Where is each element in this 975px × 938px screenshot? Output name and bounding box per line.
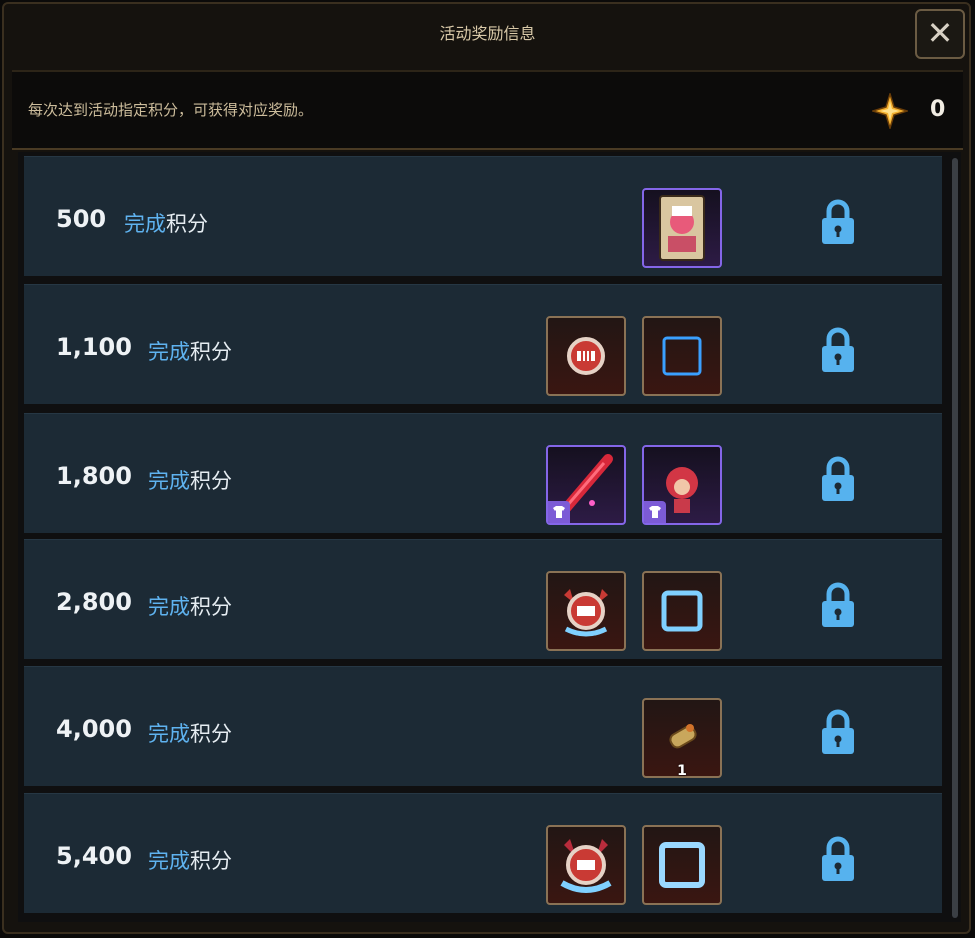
- reward-row: 4,000 完成积分 1: [24, 666, 942, 786]
- ice-frame-icon: [644, 573, 720, 653]
- status-complete-text: 完成: [148, 595, 190, 619]
- reward-row: 500 完成积分: [24, 156, 942, 276]
- lock-icon[interactable]: [820, 198, 856, 246]
- reward-quantity: 1: [677, 763, 687, 779]
- badge-iii-horned-icon: [548, 827, 624, 907]
- status-label: 完成积分: [148, 591, 232, 621]
- score-threshold: 5,400: [56, 842, 132, 870]
- lock-icon[interactable]: [820, 326, 856, 374]
- points-value: 0: [930, 97, 946, 122]
- ice-frame-large-icon: [644, 827, 720, 907]
- star-points-icon: [872, 93, 908, 129]
- reward-row: 5,400 完成积分: [24, 793, 942, 913]
- close-icon: ✕: [926, 14, 954, 52]
- blue-frame-icon: [644, 318, 720, 398]
- badge-iii-icon: [548, 318, 624, 398]
- info-bar: 每次达到活动指定积分，可获得对应奖励。 0: [12, 70, 963, 150]
- reward-slot[interactable]: [642, 316, 722, 396]
- lock-icon[interactable]: [820, 708, 856, 756]
- status-label: 完成积分: [148, 336, 232, 366]
- status-complete-text: 完成: [148, 849, 190, 873]
- reward-slot[interactable]: 1: [642, 698, 722, 779]
- score-threshold: 500: [56, 205, 107, 233]
- status-points-text: 积分: [190, 849, 232, 873]
- status-complete-text: 完成: [124, 212, 166, 236]
- reward-slot[interactable]: [642, 571, 722, 651]
- status-complete-text: 完成: [148, 340, 190, 364]
- reward-slot[interactable]: [546, 316, 626, 396]
- status-complete-text: 完成: [148, 469, 190, 493]
- costume-badge-icon: [644, 501, 666, 523]
- reward-list[interactable]: 500 完成积分 1,100 完成积分 1,800 完成积分 2,800 完成积分 4,000 完…: [18, 152, 961, 922]
- status-label: 完成积分: [148, 718, 232, 748]
- status-points-text: 积分: [190, 722, 232, 746]
- reward-slot[interactable]: [546, 825, 626, 905]
- close-button[interactable]: ✕: [915, 9, 965, 59]
- reward-row: 1,100 完成积分: [24, 284, 942, 404]
- window-title: 活动奖励信息: [439, 24, 536, 43]
- badge-iii-winged-icon: [548, 573, 624, 653]
- info-description: 每次达到活动指定积分，可获得对应奖励。: [28, 101, 314, 119]
- status-points-text: 积分: [190, 469, 232, 493]
- character-card-icon: [644, 190, 720, 270]
- costume-badge-icon: [548, 501, 570, 523]
- lock-icon[interactable]: [820, 455, 856, 503]
- reward-row: 1,800 完成积分: [24, 413, 942, 533]
- lock-icon[interactable]: [820, 581, 856, 629]
- status-label: 完成积分: [148, 465, 232, 495]
- status-label: 完成积分: [148, 845, 232, 875]
- score-threshold: 1,100: [56, 333, 132, 361]
- reward-slot[interactable]: [642, 825, 722, 905]
- scrollbar[interactable]: [952, 158, 958, 918]
- reward-row: 2,800 完成积分: [24, 539, 942, 659]
- status-points-text: 积分: [190, 340, 232, 364]
- lock-icon[interactable]: [820, 835, 856, 883]
- reward-slot[interactable]: [642, 445, 722, 525]
- status-label: 完成积分: [124, 208, 208, 238]
- reward-slot[interactable]: [642, 188, 722, 268]
- status-complete-text: 完成: [148, 722, 190, 746]
- status-points-text: 积分: [190, 595, 232, 619]
- score-threshold: 2,800: [56, 588, 132, 616]
- status-points-text: 积分: [166, 212, 208, 236]
- score-threshold: 4,000: [56, 715, 132, 743]
- reward-slot[interactable]: [546, 445, 626, 525]
- score-threshold: 1,800: [56, 462, 132, 490]
- reward-slot[interactable]: [546, 571, 626, 651]
